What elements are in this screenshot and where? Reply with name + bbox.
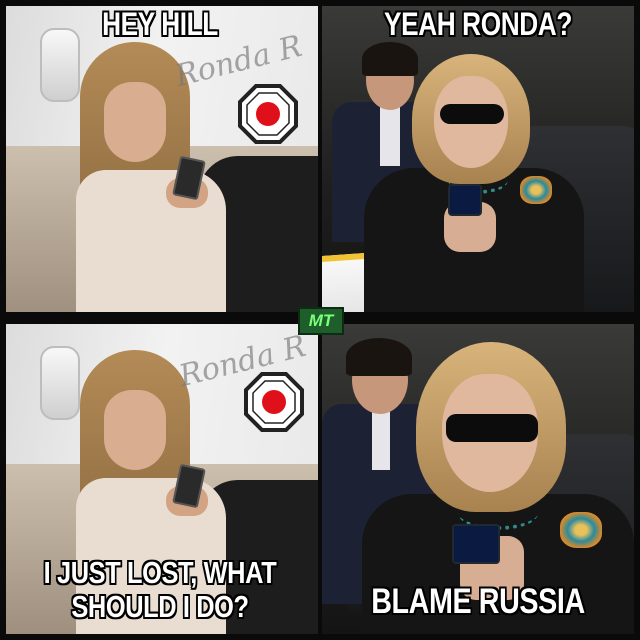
caption-hey-hill: HEY HILL xyxy=(102,6,218,42)
caption-i-just-lost: I JUST LOST, WHAT SHOULD I DO? xyxy=(37,556,283,624)
blackberry-phone-icon xyxy=(452,524,500,564)
ronda-octagon-logo-icon xyxy=(244,372,304,432)
caption-line-1: I JUST LOST, WHAT xyxy=(43,555,277,590)
caption-line-2: SHOULD I DO? xyxy=(71,589,249,624)
panel-hillary-top xyxy=(322,6,634,312)
ronda-figure xyxy=(66,42,256,312)
caption-yeah-ronda: YEAH RONDA? xyxy=(384,6,572,42)
blackberry-phone-icon xyxy=(448,184,482,216)
caption-blame-russia: BLAME RUSSIA xyxy=(371,582,585,621)
panel-ronda-top: Ronda R xyxy=(6,6,318,312)
ronda-octagon-logo-icon xyxy=(238,84,298,144)
mt-logo-badge: MT xyxy=(298,307,344,335)
